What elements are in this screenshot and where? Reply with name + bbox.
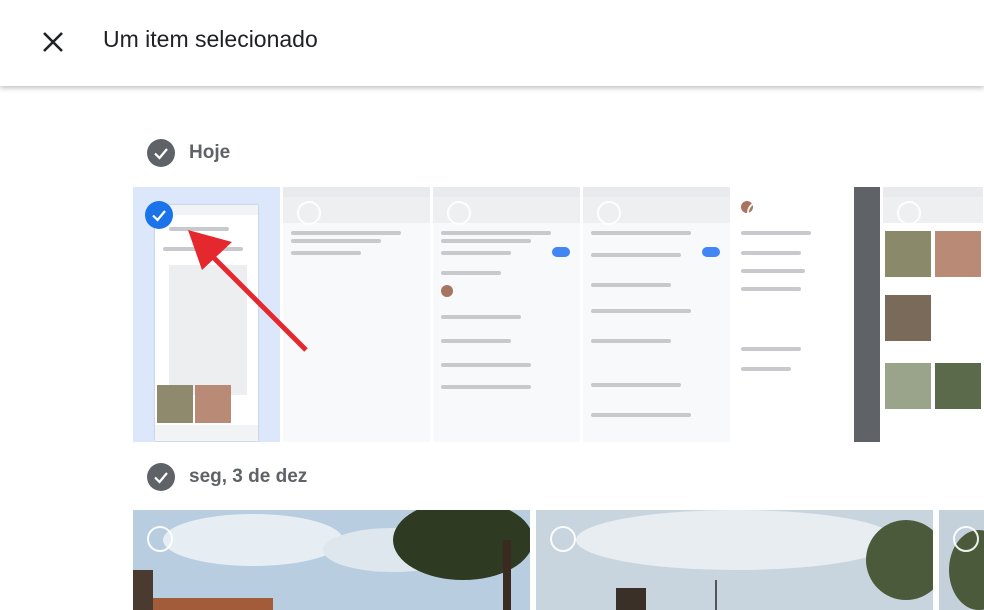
- select-circle-icon[interactable]: [297, 201, 321, 225]
- photo-thumbnail[interactable]: [583, 187, 730, 442]
- close-icon[interactable]: [40, 29, 66, 55]
- check-circle-icon[interactable]: [147, 139, 175, 167]
- page-title: Um item selecionado: [103, 26, 318, 52]
- selected-check-icon[interactable]: [145, 201, 173, 229]
- select-circle-icon[interactable]: [953, 526, 979, 552]
- photo-grid-row: [133, 187, 983, 442]
- section-label: Hoje: [189, 142, 231, 163]
- photo-thumbnail[interactable]: [536, 510, 933, 610]
- screenshot-preview: [155, 205, 258, 441]
- photo-grid-row: [133, 510, 984, 610]
- selection-toolbar: Um item selecionado: [0, 0, 984, 86]
- section-header-today[interactable]: Hoje: [147, 139, 230, 167]
- select-circle-icon[interactable]: [147, 526, 173, 552]
- select-circle-icon[interactable]: [597, 201, 621, 225]
- select-circle-icon[interactable]: [550, 526, 576, 552]
- select-circle-icon[interactable]: [897, 201, 921, 225]
- select-circle-icon[interactable]: [747, 201, 771, 225]
- photo-thumbnail-selected[interactable]: [133, 187, 280, 442]
- select-circle-icon[interactable]: [447, 201, 471, 225]
- photo-thumbnail[interactable]: [133, 510, 530, 610]
- check-circle-icon[interactable]: [147, 463, 175, 491]
- photo-thumbnail[interactable]: [433, 187, 580, 442]
- section-header-dec-3[interactable]: seg, 3 de dez: [147, 463, 307, 491]
- photo-thumbnail[interactable]: [883, 187, 983, 442]
- section-label: seg, 3 de dez: [189, 466, 308, 487]
- photo-thumbnail[interactable]: [939, 510, 984, 610]
- photo-thumbnail[interactable]: [283, 187, 430, 442]
- photo-thumbnail[interactable]: [733, 187, 880, 442]
